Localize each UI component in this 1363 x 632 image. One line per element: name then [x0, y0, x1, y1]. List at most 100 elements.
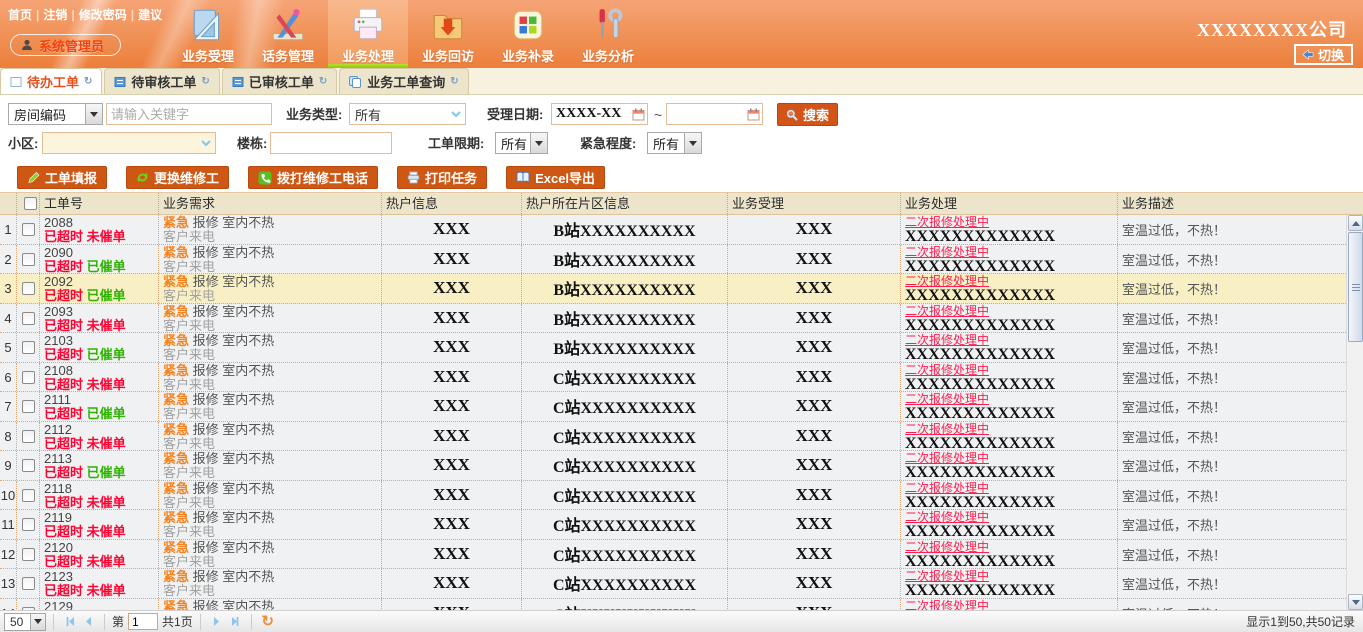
row-checkbox[interactable] — [22, 430, 35, 443]
fill-order-button[interactable]: 工单填报 — [17, 166, 107, 189]
row-checkbox[interactable] — [22, 371, 35, 384]
calendar-icon[interactable] — [747, 108, 760, 121]
excel-export-button[interactable]: Excel导出 — [506, 166, 605, 189]
date-from-field[interactable]: XXXX-XX — [551, 103, 648, 125]
row-checkbox[interactable] — [22, 223, 35, 236]
tab-to-review-orders[interactable]: 待审核工单 ↻ — [104, 68, 219, 94]
header-demand[interactable]: 业务需求 — [159, 193, 382, 214]
table-row[interactable]: 14 2129 已超时 未催单 紧急 报修 室内不热 客户来电 XXX C站XX… — [0, 599, 1346, 611]
header-desc[interactable]: 业务描述 — [1118, 193, 1363, 214]
table-row[interactable]: 4 2093 已超时 未催单 紧急 报修 室内不热 客户来电 XXX B站XXX… — [0, 304, 1346, 334]
nav-item-call-management[interactable]: 话务管理 — [248, 0, 328, 68]
table-row[interactable]: 12 2120 已超时 未催单 紧急 报修 室内不热 客户来电 XXX C站XX… — [0, 540, 1346, 570]
tab-refresh-icon[interactable]: ↻ — [84, 77, 92, 87]
deadline-select[interactable]: 所有 — [495, 132, 548, 154]
page-prefix-label: 第 — [112, 613, 124, 630]
process-status-link[interactable]: 二次报修处理中 — [905, 423, 1117, 436]
table-row[interactable]: 2 2090 已超时 已催单 紧急 报修 室内不热 客户来电 XXX B站XXX… — [0, 245, 1346, 275]
table-row[interactable]: 6 2108 已超时 未催单 紧急 报修 室内不热 客户来电 XXX C站XXX… — [0, 363, 1346, 393]
tab-pending-orders[interactable]: 待办工单 ↻ — [0, 68, 102, 94]
source-text: 客户来电 — [163, 555, 381, 569]
row-checkbox[interactable] — [22, 253, 35, 266]
table-row[interactable]: 8 2112 已超时 未催单 紧急 报修 室内不热 客户来电 XXX C站XXX… — [0, 422, 1346, 452]
row-checkbox[interactable] — [22, 489, 35, 502]
process-status-link[interactable]: 二次报修处理中 — [905, 246, 1117, 259]
field-select[interactable]: 房间编码 — [8, 103, 103, 125]
change-password-link[interactable]: 修改密码 — [79, 8, 127, 22]
nav-item-business-supplement[interactable]: 业务补录 — [488, 0, 568, 68]
row-checkbox[interactable] — [22, 312, 35, 325]
first-page-button[interactable] — [61, 613, 79, 631]
table-row[interactable]: 5 2103 已超时 已催单 紧急 报修 室内不热 客户来电 XXX B站XXX… — [0, 333, 1346, 363]
vertical-scrollbar[interactable] — [1346, 215, 1363, 610]
page-number-input[interactable] — [128, 613, 158, 630]
scrollbar-thumb[interactable] — [1348, 232, 1363, 342]
header-order-no[interactable]: 工单号 — [40, 193, 159, 214]
heat-info-cell: XXX — [382, 392, 522, 421]
logout-link[interactable]: 注销 — [43, 8, 67, 22]
table-row[interactable]: 3 2092 已超时 已催单 紧急 报修 室内不热 客户来电 XXX B站XXX… — [0, 274, 1346, 304]
home-link[interactable]: 首页 — [8, 8, 32, 22]
row-checkbox[interactable] — [22, 341, 35, 354]
call-repairman-button[interactable]: 拨打维修工电话 — [248, 166, 378, 189]
nav-item-business-callback[interactable]: 业务回访 — [408, 0, 488, 68]
table-row[interactable]: 1 2088 已超时 未催单 紧急 报修 室内不热 客户来电 XXX B站XXX… — [0, 215, 1346, 245]
header-area-info[interactable]: 热户所在片区信息 — [522, 193, 728, 214]
timeout-flag: 已超时 — [44, 288, 83, 303]
nav-item-business-process[interactable]: 业务处理 — [328, 0, 408, 68]
tab-order-query[interactable]: 业务工单查询 ↻ — [339, 68, 468, 94]
header-select-all[interactable] — [17, 193, 40, 214]
process-status-link[interactable]: 二次报修处理中 — [905, 600, 1117, 611]
order-cell: 2129 已超时 未催单 — [40, 599, 159, 611]
page-size-select[interactable]: 50 — [4, 613, 46, 631]
table-row[interactable]: 10 2118 已超时 未催单 紧急 报修 室内不热 客户来电 XXX C站XX… — [0, 481, 1346, 511]
calendar-icon[interactable] — [632, 108, 645, 121]
last-page-button[interactable] — [226, 613, 244, 631]
nav-item-business-analysis[interactable]: 业务分析 — [568, 0, 648, 68]
community-combo[interactable] — [42, 132, 216, 154]
row-checkbox[interactable] — [22, 459, 35, 472]
date-to-field[interactable] — [666, 103, 763, 125]
table-row[interactable]: 11 2119 已超时 未催单 紧急 报修 室内不热 客户来电 XXX C站XX… — [0, 510, 1346, 540]
community-label: 小区: — [8, 133, 38, 155]
process-status-link[interactable]: 二次报修处理中 — [905, 482, 1117, 495]
table-row[interactable]: 7 2111 已超时 已催单 紧急 报修 室内不热 客户来电 XXX C站XXX… — [0, 392, 1346, 422]
tab-refresh-icon[interactable]: ↻ — [450, 77, 458, 87]
header-accept[interactable]: 业务受理 — [728, 193, 901, 214]
print-task-button[interactable]: 打印任务 — [397, 166, 487, 189]
next-page-button[interactable] — [208, 613, 226, 631]
switch-button[interactable]: 切换 — [1294, 44, 1353, 65]
row-checkbox[interactable] — [22, 400, 35, 413]
row-checkbox[interactable] — [22, 577, 35, 590]
tab-refresh-icon[interactable]: ↻ — [201, 77, 209, 87]
urgency-select[interactable]: 所有 — [647, 132, 702, 154]
tab-refresh-icon[interactable]: ↻ — [319, 77, 327, 87]
process-status-link[interactable]: 二次报修处理中 — [905, 364, 1117, 377]
header-process[interactable]: 业务处理 — [901, 193, 1118, 214]
process-status-link[interactable]: 二次报修处理中 — [905, 305, 1117, 318]
source-text: 客户来电 — [163, 260, 381, 274]
keyword-input[interactable] — [106, 103, 272, 125]
table-row[interactable]: 13 2123 已超时 未催单 紧急 报修 室内不热 客户来电 XXX C站XX… — [0, 569, 1346, 599]
timeout-flag: 已超时 — [44, 259, 83, 274]
process-status-link[interactable]: 二次报修处理中 — [905, 541, 1117, 554]
type-combo[interactable]: 所有 — [349, 103, 466, 125]
refresh-button[interactable]: ↻ — [259, 613, 277, 631]
scroll-up-button[interactable] — [1348, 215, 1363, 231]
row-checkbox[interactable] — [22, 548, 35, 561]
row-checkbox[interactable] — [22, 282, 35, 295]
table-row[interactable]: 9 2113 已超时 已催单 紧急 报修 室内不热 客户来电 XXX C站XXX… — [0, 451, 1346, 481]
tab-reviewed-orders[interactable]: 已审核工单 ↻ — [222, 68, 337, 94]
select-all-checkbox[interactable] — [24, 197, 37, 210]
nav-item-business-accept[interactable]: 业务受理 — [168, 0, 248, 68]
row-checkbox[interactable] — [22, 518, 35, 531]
search-button[interactable]: 搜索 — [777, 103, 838, 126]
suggestion-link[interactable]: 建议 — [138, 8, 162, 22]
change-repairman-button[interactable]: 更换维修工 — [126, 166, 229, 189]
header-heat-info[interactable]: 热户信息 — [382, 193, 522, 214]
prev-page-button[interactable] — [79, 613, 97, 631]
demand-text: 报修 室内不热 — [193, 392, 275, 407]
building-input[interactable] — [270, 132, 392, 154]
order-cell: 2113 已超时 已催单 — [40, 451, 159, 480]
scroll-down-button[interactable] — [1348, 594, 1363, 610]
